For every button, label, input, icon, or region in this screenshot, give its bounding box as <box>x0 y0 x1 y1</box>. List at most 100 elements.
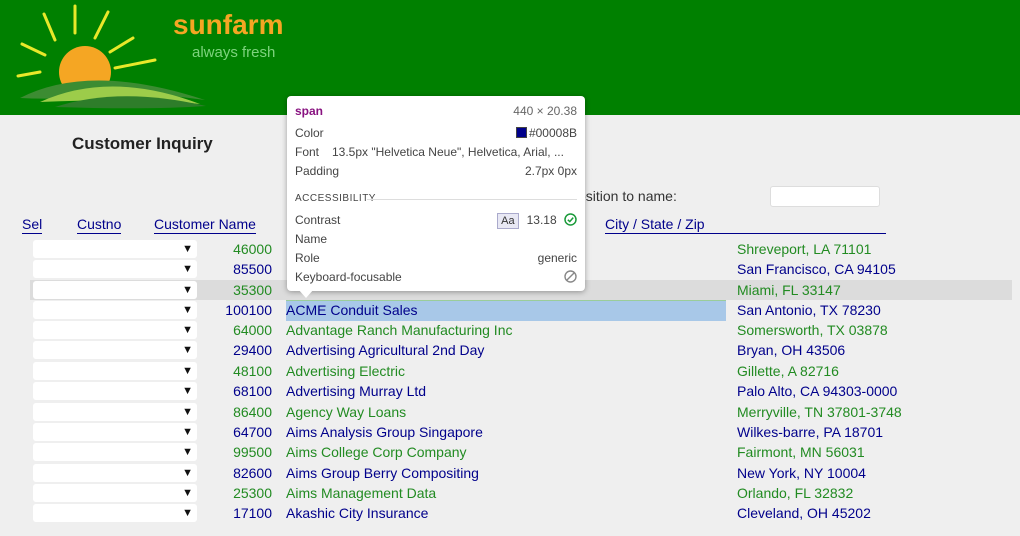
city-state-zip-cell: Wilkes-barre, PA 18701 <box>737 424 884 440</box>
check-circle-icon <box>564 213 577 226</box>
tooltip-font-label: Font <box>295 145 320 159</box>
row-select-dropdown[interactable]: ▼ <box>33 281 197 299</box>
tooltip-padding-label: Padding <box>295 164 340 178</box>
city-state-zip-cell: Bryan, OH 43506 <box>737 342 846 358</box>
chevron-down-icon: ▼ <box>182 467 193 479</box>
chevron-down-icon: ▼ <box>182 324 193 336</box>
column-header-customer-name[interactable]: Customer Name <box>154 216 256 234</box>
row-select-dropdown[interactable]: ▼ <box>33 321 197 339</box>
row-select-dropdown[interactable]: ▼ <box>33 443 197 461</box>
city-state-zip-cell: Miami, FL 33147 <box>737 282 841 298</box>
customer-name-cell[interactable]: Advantage Ranch Manufacturing Inc <box>286 320 512 340</box>
column-header-custno[interactable]: Custno <box>77 216 122 234</box>
table-row: ▼ 68100 Advertising Murray Ltd Palo Alto… <box>30 381 1012 401</box>
table-row: ▼ 17100 Akashic City Insurance Cleveland… <box>30 503 1012 523</box>
not-allowed-icon <box>564 270 577 283</box>
custno-cell: 86400 <box>233 404 272 420</box>
chevron-down-icon: ▼ <box>182 446 193 458</box>
row-select-dropdown[interactable]: ▼ <box>33 484 197 502</box>
row-select-dropdown[interactable]: ▼ <box>33 341 197 359</box>
chevron-down-icon: ▼ <box>182 344 193 356</box>
tooltip-contrast-label: Contrast <box>295 213 341 227</box>
custno-cell: 35300 <box>233 282 272 298</box>
row-select-dropdown[interactable]: ▼ <box>33 240 197 258</box>
custno-cell: 68100 <box>233 383 272 399</box>
position-to-name-input[interactable] <box>770 186 880 207</box>
chevron-down-icon: ▼ <box>182 365 193 377</box>
row-select-dropdown[interactable]: ▼ <box>33 362 197 380</box>
tooltip-color-label: Color <box>295 126 324 140</box>
table-row: ▼ 29400 Advertising Agricultural 2nd Day… <box>30 340 1012 360</box>
chevron-down-icon: ▼ <box>182 243 193 255</box>
row-select-dropdown[interactable]: ▼ <box>33 301 197 319</box>
customer-name-cell[interactable]: ACME Conduit Sales <box>286 300 418 320</box>
row-select-dropdown[interactable]: ▼ <box>33 504 197 522</box>
row-select-dropdown[interactable]: ▼ <box>33 382 197 400</box>
contrast-aa-badge: Aa <box>497 213 519 229</box>
tooltip-font-value: 13.5px "Helvetica Neue", Helvetica, Aria… <box>332 145 564 159</box>
table-row: ▼ 64000 Advantage Ranch Manufacturing In… <box>30 320 1012 340</box>
table-row: ▼ 82600 Aims Group Berry Compositing New… <box>30 463 1012 483</box>
column-header-city-state-zip[interactable]: City / State / Zip <box>605 216 886 234</box>
custno-cell: 17100 <box>233 505 272 521</box>
chevron-down-icon: ▼ <box>182 284 193 296</box>
tooltip-contrast-value: 13.18 <box>526 213 557 227</box>
custno-cell: 64000 <box>233 322 272 338</box>
custno-cell: 100100 <box>225 302 272 318</box>
custno-cell: 99500 <box>233 444 272 460</box>
row-select-dropdown[interactable]: ▼ <box>33 403 197 421</box>
table-row: ▼ 100100 ACME Conduit Sales San Antonio,… <box>30 300 1012 320</box>
table-row: ▼ 86400 Agency Way Loans Merryville, TN … <box>30 402 1012 422</box>
position-to-name-label: osition to name: <box>578 188 677 204</box>
tooltip-size: 440 × 20.38 <box>513 104 577 118</box>
chevron-down-icon: ▼ <box>182 507 193 519</box>
city-state-zip-cell: San Antonio, TX 78230 <box>737 302 881 318</box>
brand-name: sunfarm <box>173 9 284 40</box>
devtools-inspect-tooltip: span 440 × 20.38 Color #00008B Font 13.5… <box>287 96 585 291</box>
tooltip-keyboard-label: Keyboard-focusable <box>295 270 402 284</box>
tooltip-role-label: Role <box>295 251 320 265</box>
row-select-dropdown[interactable]: ▼ <box>33 260 197 278</box>
customer-name-cell[interactable]: Advertising Agricultural 2nd Day <box>286 340 484 360</box>
chevron-down-icon: ▼ <box>182 487 193 499</box>
customer-name-cell[interactable]: Agency Way Loans <box>286 402 406 422</box>
custno-cell: 25300 <box>233 485 272 501</box>
customer-name-cell[interactable]: Aims Management Data <box>286 483 436 503</box>
row-select-dropdown[interactable]: ▼ <box>33 464 197 482</box>
customer-name-cell[interactable]: Aims Analysis Group Singapore <box>286 422 483 442</box>
chevron-down-icon: ▼ <box>182 263 193 275</box>
page-title: Customer Inquiry <box>72 134 213 153</box>
custno-cell: 64700 <box>233 424 272 440</box>
tooltip-name-label: Name <box>295 232 328 246</box>
customer-name-cell[interactable]: Aims College Corp Company <box>286 442 467 462</box>
custno-cell: 46000 <box>233 241 272 257</box>
chevron-down-icon: ▼ <box>182 385 193 397</box>
tooltip-padding-value: 2.7px 0px <box>524 164 577 178</box>
tooltip-divider <box>367 199 577 200</box>
customer-name-cell[interactable]: Advertising Murray Ltd <box>286 381 426 401</box>
table-row: ▼ 48100 Advertising Electric Gillette, A… <box>30 361 1012 381</box>
custno-cell: 82600 <box>233 465 272 481</box>
chevron-down-icon: ▼ <box>182 304 193 316</box>
city-state-zip-cell: Shreveport, LA 71101 <box>737 241 872 257</box>
city-state-zip-cell: Somersworth, TX 03878 <box>737 322 888 338</box>
row-select-dropdown[interactable]: ▼ <box>33 423 197 441</box>
custno-cell: 48100 <box>233 363 272 379</box>
customer-name-cell[interactable]: Akashic City Insurance <box>286 503 428 523</box>
city-state-zip-cell: Orlando, FL 32832 <box>737 485 854 501</box>
column-header-sel[interactable]: Sel <box>22 216 43 234</box>
custno-cell: 85500 <box>233 261 272 277</box>
tooltip-tag-name: span <box>295 104 324 118</box>
custno-cell: 29400 <box>233 342 272 358</box>
chevron-down-icon: ▼ <box>182 406 193 418</box>
city-state-zip-cell: San Francisco, CA 94105 <box>737 261 896 277</box>
brand-tagline: always fresh <box>192 44 276 61</box>
customer-name-cell[interactable]: Advertising Electric <box>286 361 405 381</box>
customer-name-cell[interactable]: Aims Group Berry Compositing <box>286 463 479 483</box>
city-state-zip-cell: Fairmont, MN 56031 <box>737 444 865 460</box>
city-state-zip-cell: Cleveland, OH 45202 <box>737 505 871 521</box>
city-state-zip-cell: Palo Alto, CA 94303-0000 <box>737 383 898 399</box>
tooltip-arrow <box>298 289 314 298</box>
tooltip-color-value: #00008B <box>528 126 577 140</box>
table-row: ▼ 25300 Aims Management Data Orlando, FL… <box>30 483 1012 503</box>
